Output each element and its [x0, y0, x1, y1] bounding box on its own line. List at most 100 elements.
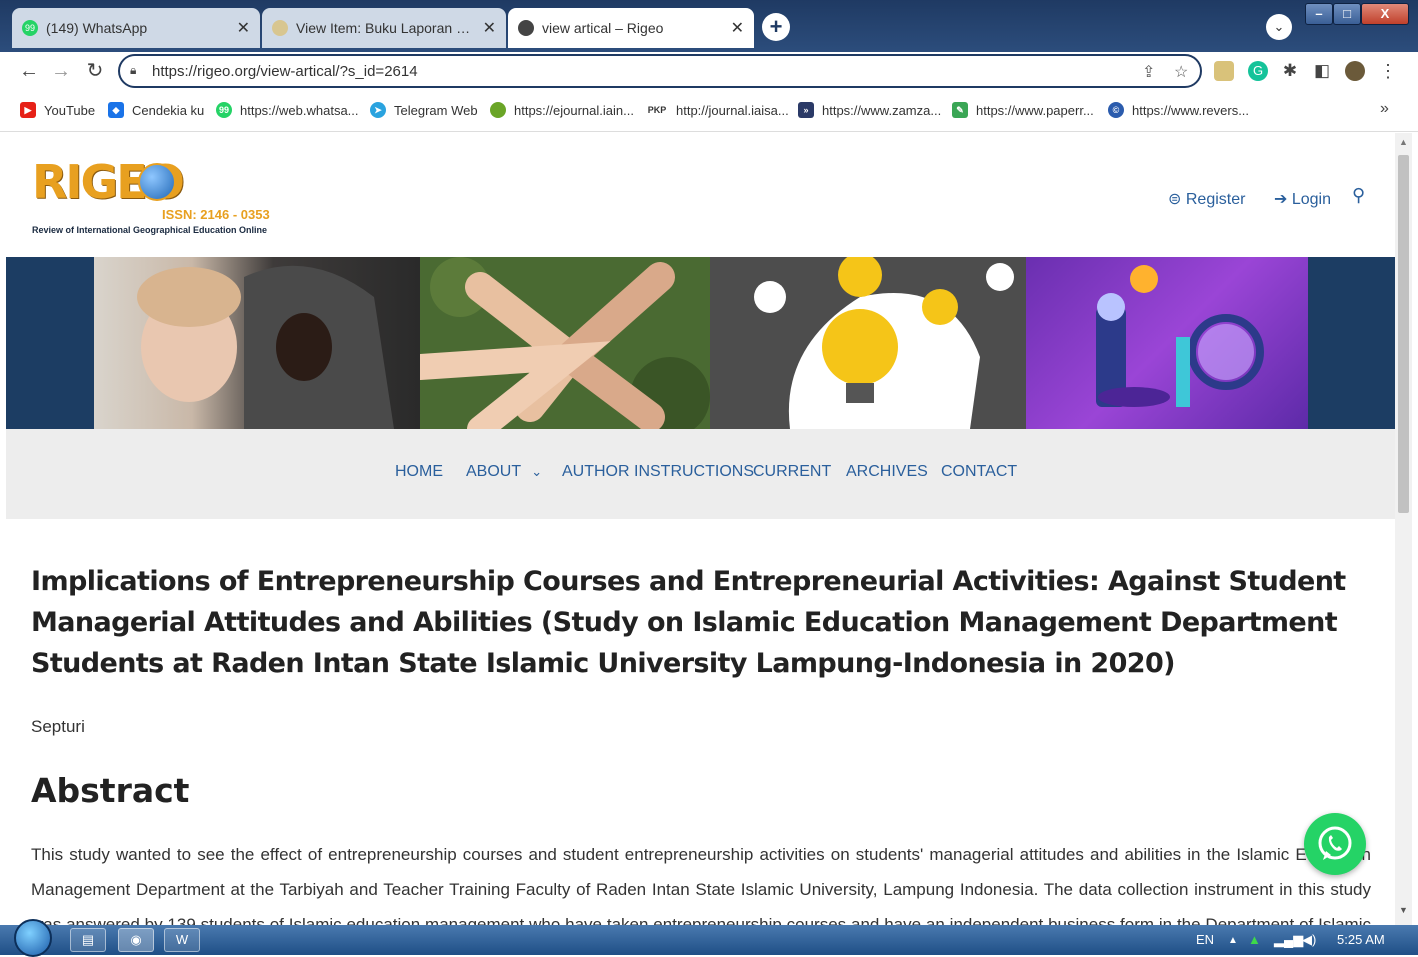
login-label: Login: [1291, 191, 1332, 208]
menu-kebab-icon[interactable]: ⋮: [1378, 61, 1398, 81]
language-indicator[interactable]: EN: [1196, 932, 1214, 947]
bookmark-zamzar[interactable]: » https://www.zamza...: [798, 102, 941, 118]
tab-title: view artical – Rigeo: [542, 20, 664, 36]
login-link[interactable]: ➔ Login: [1274, 189, 1331, 209]
bookmark-youtube[interactable]: ▶ YouTube: [20, 102, 95, 118]
bookmark-ejournal[interactable]: https://ejournal.iain...: [490, 102, 634, 118]
hero-image-science: [1026, 257, 1308, 429]
telegram-icon: ➤: [370, 102, 386, 118]
tab-whatsapp[interactable]: 99 (149) WhatsApp ✕: [12, 8, 260, 48]
extension-note-icon[interactable]: [1214, 61, 1234, 81]
volume-icon[interactable]: ◀): [1302, 932, 1316, 948]
close-icon[interactable]: ✕: [483, 18, 496, 38]
bookmark-reverso[interactable]: © https://www.revers...: [1108, 102, 1249, 118]
user-circle-icon: ⊜: [1168, 191, 1182, 208]
paperrater-icon: ✎: [952, 102, 968, 118]
tab-view-item[interactable]: View Item: Buku Laporan Hasil Pe ✕: [262, 8, 506, 48]
bookmark-whatsapp-web[interactable]: 99 https://web.whatsa...: [216, 102, 359, 118]
whatsapp-icon: [1318, 826, 1352, 860]
article-author: Septuri: [31, 717, 85, 736]
nav-author-instructions[interactable]: AUTHOR INSTRUCTIONS: [562, 463, 754, 481]
nav-archives[interactable]: ARCHIVES: [846, 463, 928, 481]
logo-issn: ISSN: 2146 - 0353: [162, 207, 270, 222]
os-taskbar: ▤ ◉ W EN ▲ ▲ ▂▄▆ ◀) 5:25 AM: [0, 919, 1418, 957]
site-logo[interactable]: RIGEO ISSN: 2146 - 0353 Review of Intern…: [32, 155, 272, 241]
youtube-icon: ▶: [20, 102, 36, 118]
nav-contact[interactable]: CONTACT: [941, 463, 1017, 481]
address-bar[interactable]: 🔒︎ https://rigeo.org/view-artical/?s_id=…: [118, 54, 1202, 88]
close-icon[interactable]: ✕: [731, 18, 744, 38]
share-icon[interactable]: ⇪: [1142, 62, 1155, 82]
site-header: RIGEO ISSN: 2146 - 0353 Review of Intern…: [6, 133, 1395, 257]
side-panel-icon[interactable]: ◧: [1312, 61, 1332, 81]
logo-subtitle: Review of International Geographical Edu…: [32, 225, 268, 235]
url-text[interactable]: https://rigeo.org/view-artical/?s_id=261…: [152, 63, 418, 80]
browser-toolbar: ← → ↻ 🔒︎ https://rigeo.org/view-artical/…: [0, 52, 1418, 90]
abstract-heading: Abstract: [31, 771, 190, 810]
scroll-down-arrow-icon[interactable]: ▼: [1395, 905, 1412, 915]
forward-icon[interactable]: →: [48, 58, 74, 84]
tab-rigeo[interactable]: view artical – Rigeo ✕: [508, 8, 754, 48]
abstract-text: This study wanted to see the effect of e…: [31, 845, 1371, 925]
bookmark-label: https://web.whatsa...: [240, 102, 359, 118]
bookmark-label: https://www.revers...: [1132, 102, 1250, 118]
close-icon[interactable]: ✕: [237, 18, 250, 38]
tray-expand-icon[interactable]: ▲: [1228, 935, 1238, 946]
hero-image-hands: [420, 257, 710, 429]
clock-time[interactable]: 5:25 AM: [1337, 932, 1385, 947]
window-close-button[interactable]: X: [1361, 3, 1409, 25]
scroll-up-arrow-icon[interactable]: ▲: [1395, 137, 1412, 147]
bookmark-label: https://www.zamza...: [822, 102, 942, 118]
chrome-taskbar-icon[interactable]: ◉: [118, 928, 154, 952]
scrollbar-thumb[interactable]: [1398, 155, 1409, 513]
bookmark-label: https://www.paperr...: [976, 102, 1094, 118]
page-scrollbar[interactable]: ▲ ▼: [1395, 133, 1412, 925]
tab-search-icon[interactable]: ⌄: [1266, 14, 1292, 40]
globe-icon: [138, 163, 176, 201]
repository-icon: [272, 20, 288, 36]
network-signal-icon[interactable]: ▂▄▆: [1274, 932, 1303, 948]
tab-title: View Item: Buku Laporan Hasil Pe: [296, 20, 477, 36]
web-page: RIGEO ISSN: 2146 - 0353 Review of Intern…: [6, 133, 1395, 925]
iain-icon: [490, 102, 506, 118]
nav-about[interactable]: ABOUT ⌄: [466, 463, 542, 481]
profile-avatar[interactable]: [1345, 61, 1365, 81]
windows-start-button[interactable]: [14, 919, 52, 957]
main-navigation: HOME ABOUT ⌄ AUTHOR INSTRUCTIONS CURRENT…: [6, 429, 1395, 519]
search-icon[interactable]: ⚲: [1352, 185, 1365, 206]
reverso-icon: ©: [1108, 102, 1124, 118]
window-minimize-button[interactable]: –: [1305, 3, 1333, 25]
bookmark-journal-iaisa[interactable]: PKP http://journal.iaisa...: [646, 102, 789, 118]
bookmarks-overflow-button[interactable]: »: [1380, 100, 1389, 118]
whatsapp-chat-button[interactable]: [1304, 813, 1366, 875]
whatsapp-icon: 99: [22, 20, 38, 36]
bookmark-telegram[interactable]: ➤ Telegram Web: [370, 102, 478, 118]
window-maximize-button[interactable]: □: [1333, 3, 1361, 25]
nav-home[interactable]: HOME: [395, 463, 443, 481]
zamzar-icon: »: [798, 102, 814, 118]
bookmark-paperrater[interactable]: ✎ https://www.paperr...: [952, 102, 1094, 118]
hero-image-lightbulb: [710, 257, 1026, 429]
bookmark-label: Telegram Web: [394, 102, 478, 118]
nav-about-label: ABOUT: [466, 463, 521, 480]
file-explorer-icon[interactable]: ▤: [70, 928, 106, 952]
hero-banner: [6, 257, 1395, 429]
bookmark-label: https://ejournal.iain...: [514, 102, 634, 118]
back-icon[interactable]: ←: [16, 58, 42, 84]
nav-current[interactable]: CURRENT: [753, 463, 831, 481]
extensions-puzzle-icon[interactable]: ✱: [1280, 61, 1300, 81]
lock-icon[interactable]: 🔒︎: [130, 63, 136, 78]
word-taskbar-icon[interactable]: W: [164, 928, 200, 952]
new-tab-button[interactable]: +: [762, 13, 790, 41]
login-icon: ➔: [1274, 191, 1288, 208]
bookmark-cendekia[interactable]: ◆ Cendekia ku: [108, 102, 204, 118]
register-label: Register: [1185, 191, 1246, 208]
tab-title: (149) WhatsApp: [46, 20, 148, 36]
chevron-down-icon: ⌄: [531, 464, 543, 479]
reload-icon[interactable]: ↻: [82, 58, 108, 84]
bookmark-label: Cendekia ku: [132, 102, 205, 118]
register-link[interactable]: ⊜ Register: [1168, 189, 1245, 209]
bookmark-star-icon[interactable]: ☆: [1174, 62, 1188, 82]
tray-app-icon[interactable]: ▲: [1248, 932, 1261, 947]
grammarly-icon[interactable]: G: [1248, 61, 1268, 81]
